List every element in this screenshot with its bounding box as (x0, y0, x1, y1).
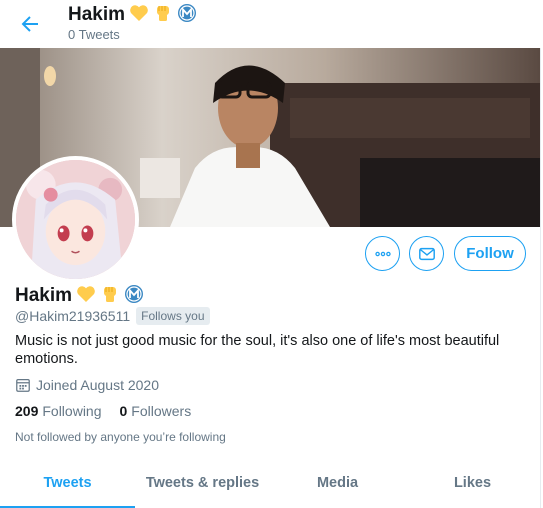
raised-fist-icon (100, 284, 120, 309)
message-button[interactable] (409, 236, 444, 271)
tab-tweets-replies[interactable]: Tweets & replies (135, 458, 270, 508)
profile-handle: @Hakim21936511 (15, 308, 131, 324)
follows-you-badge: Follows you (136, 307, 210, 325)
profile-tabs: Tweets Tweets & replies Media Likes (0, 458, 540, 508)
column-border (540, 0, 541, 508)
calendar-icon (16, 379, 30, 392)
mutual-followers-note: Not followed by anyone you’re following (15, 430, 226, 444)
back-button[interactable] (18, 12, 42, 36)
follow-stats: 209 Following 0 Followers (15, 402, 209, 420)
header-name: Hakim (68, 4, 126, 25)
following-link[interactable]: 209 Following (15, 403, 102, 419)
yellow-heart-icon (129, 4, 149, 27)
handle-row: @Hakim21936511 Follows you (15, 307, 210, 325)
tweet-count: 0 Tweets (68, 27, 120, 42)
joined-date-row: Joined August 2020 (15, 376, 159, 394)
profile-name-row: Hakim (15, 284, 144, 309)
circled-m-icon (124, 284, 144, 309)
profile-name: Hakim (15, 285, 73, 306)
more-options-button[interactable] (365, 236, 400, 271)
circled-m-icon (177, 3, 197, 28)
joined-date: Joined August 2020 (36, 377, 159, 393)
followers-label: Followers (131, 403, 192, 419)
yellow-heart-icon (76, 285, 96, 308)
profile-bio: Music is not just good music for the sou… (15, 333, 500, 367)
header-name-row: Hakim (68, 3, 197, 28)
arrow-left-icon (21, 16, 38, 32)
followers-link[interactable]: 0 Followers (120, 403, 192, 419)
tab-likes[interactable]: Likes (405, 458, 540, 508)
raised-fist-icon (153, 3, 173, 28)
more-icon (374, 251, 391, 256)
profile-avatar[interactable] (12, 156, 139, 283)
followers-count: 0 (119, 403, 128, 419)
following-count: 209 (15, 403, 39, 419)
following-label: Following (42, 403, 102, 419)
follow-button[interactable]: Follow (454, 236, 526, 271)
tab-tweets[interactable]: Tweets (0, 458, 135, 508)
tab-media[interactable]: Media (270, 458, 405, 508)
envelope-icon (418, 247, 435, 260)
profile-header-bar: Hakim 0 Tweets (0, 0, 543, 48)
